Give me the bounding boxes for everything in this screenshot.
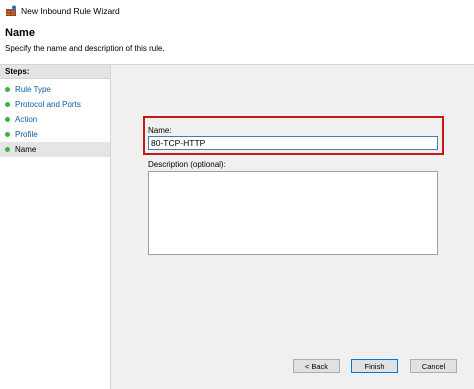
page-title: Name [5, 27, 35, 39]
step-label: Name [15, 145, 37, 154]
step-profile[interactable]: Profile [0, 127, 110, 142]
finish-button[interactable]: Finish [351, 359, 398, 373]
step-action[interactable]: Action [0, 112, 110, 127]
back-button[interactable]: < Back [293, 359, 340, 373]
step-label: Rule Type [15, 85, 51, 94]
step-status-icon [5, 87, 10, 92]
step-status-icon [5, 132, 10, 137]
step-label: Protocol and Ports [15, 100, 81, 109]
steps-heading: Steps: [0, 65, 110, 79]
steps-panel: Steps: Rule Type Protocol and Ports Acti… [0, 65, 111, 389]
description-label: Description (optional): [148, 160, 226, 169]
window-title: New Inbound Rule Wizard [21, 6, 120, 16]
cancel-button[interactable]: Cancel [410, 359, 457, 373]
step-protocol-and-ports[interactable]: Protocol and Ports [0, 97, 110, 112]
step-label: Action [15, 115, 38, 124]
name-input[interactable] [148, 136, 438, 150]
step-status-icon [5, 147, 10, 152]
step-status-icon [5, 102, 10, 107]
title-bar: New Inbound Rule Wizard [0, 0, 474, 22]
wizard-header: Name Specify the name and description of… [0, 22, 474, 65]
step-label: Profile [15, 130, 38, 139]
step-rule-type[interactable]: Rule Type [0, 82, 110, 97]
name-label: Name: [148, 126, 172, 135]
page-description: Specify the name and description of this… [5, 44, 165, 53]
step-name[interactable]: Name [0, 142, 110, 157]
step-status-icon [5, 117, 10, 122]
firewall-wizard-icon [6, 5, 16, 16]
description-textarea[interactable] [148, 171, 438, 255]
